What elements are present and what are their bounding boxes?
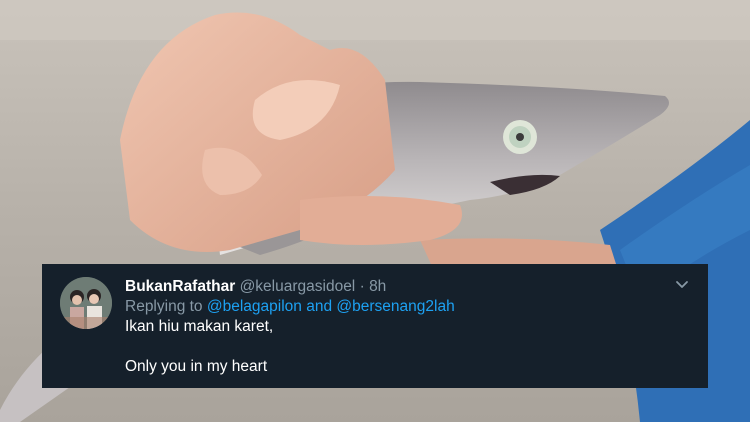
tweet-text-line: Only you in my heart	[125, 358, 268, 375]
display-name[interactable]: BukanRafathar	[125, 278, 235, 295]
separator-dot: ·	[359, 278, 365, 295]
tweet-header: BukanRafathar @keluargasidoel · 8h	[125, 277, 688, 297]
avatar[interactable]	[60, 277, 112, 329]
user-handle[interactable]: @keluargasidoel	[240, 278, 356, 295]
replying-prefix: Replying to	[125, 298, 203, 315]
mention-link[interactable]: @belagapilon	[207, 298, 302, 315]
replying-to: Replying to @belagapilon and @bersenang2…	[125, 297, 688, 317]
mention-link[interactable]: @bersenang2lah	[336, 298, 454, 315]
and-word[interactable]: and	[306, 298, 332, 315]
tweet-body: BukanRafathar @keluargasidoel · 8h Reply…	[125, 277, 688, 377]
tweet-text-line: Ikan hiu makan karet,	[125, 318, 274, 335]
timestamp[interactable]: 8h	[369, 278, 386, 295]
tweet-card[interactable]: BukanRafathar @keluargasidoel · 8h Reply…	[42, 264, 708, 388]
chevron-down-icon[interactable]	[674, 276, 690, 292]
